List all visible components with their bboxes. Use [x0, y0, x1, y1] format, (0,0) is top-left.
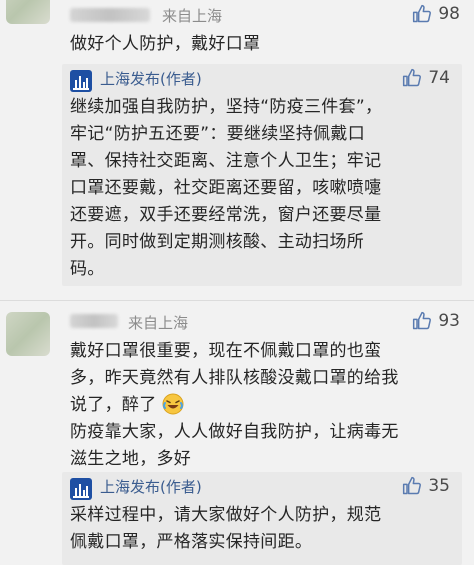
like-count: 93 [438, 311, 460, 331]
reply-line: 采样过程中，请大家做好个人防护，规范 [70, 505, 382, 525]
reply-line: 继续加强自我防护，坚持“防疫三件套”， [70, 97, 383, 117]
divider [0, 300, 474, 301]
like-count: 98 [438, 4, 460, 24]
reply-text: 采样过程中，请大家做好个人防护，规范 佩戴口罩，严格落实保持间距。 [70, 502, 381, 556]
like-button[interactable]: 35 [402, 476, 450, 496]
comment-line: 防疫靠大家，人人做好自我防护，让病毒无 [70, 422, 399, 442]
author-reply: 上海发布(作者) 74 继续加强自我防护，坚持“防疫三件套”， 牢记“防护五还要… [62, 64, 462, 286]
reply-text: 继续加强自我防护，坚持“防疫三件套”， 牢记“防护五还要”：要继续坚持佩戴口 罩… [70, 94, 382, 283]
reply-line: 牢记“防护五还要”：要继续坚持佩戴口 [70, 124, 366, 144]
comment-2: 来自上海 93 戴好口罩很重要，现在不佩戴口罩的也蛮 多，昨天竟然有人排队核酸没… [0, 308, 474, 565]
user-avatar[interactable] [6, 312, 50, 356]
like-button[interactable]: 93 [412, 311, 460, 331]
user-avatar[interactable] [6, 0, 50, 24]
reply-line: 还要遮，双手还要经常洗，窗户还要尽量 [70, 205, 382, 225]
shanghai-fabu-logo-icon[interactable] [70, 70, 92, 92]
author-reply: 上海发布(作者) 35 采样过程中，请大家做好个人防护，规范 佩戴口罩，严格落实… [62, 472, 462, 565]
thumbs-up-icon [413, 4, 432, 23]
reply-line: 口罩还要戴，社交距离还要留，咳嗽喷嚏 [70, 178, 382, 198]
comment-line: 说了，醉了 [70, 395, 157, 415]
comment-1: 来自上海 98 做好个人防护，戴好口罩 上海发布(作者) 74 继续加强自我防护… [0, 0, 474, 300]
thumbs-up-icon [403, 476, 422, 495]
like-count: 74 [428, 68, 450, 88]
comment-location: 来自上海 [128, 314, 189, 332]
comment-line: 滋生之地，多好 [70, 449, 192, 469]
comment-location: 来自上海 [162, 7, 223, 25]
comment-line: 多，昨天竟然有人排队核酸没戴口罩的给我 [70, 368, 399, 388]
comment-line-with-emoji: 说了，醉了 [70, 392, 470, 419]
comment-text: 做好个人防护，戴好口罩 [70, 34, 261, 54]
reply-author[interactable]: 上海发布(作者) [100, 68, 202, 89]
blurred-username[interactable] [70, 8, 150, 22]
reply-line: 佩戴口罩，严格落实保持间距。 [70, 532, 313, 552]
like-button[interactable]: 74 [402, 68, 450, 88]
laughing-crying-emoji-icon [162, 393, 184, 415]
reply-line: 码。 [70, 259, 105, 279]
thumbs-up-icon [403, 68, 422, 87]
blurred-username[interactable] [70, 314, 118, 328]
like-button[interactable]: 98 [412, 4, 460, 24]
comment-line: 戴好口罩很重要，现在不佩戴口罩的也蛮 [70, 341, 382, 361]
like-count: 35 [428, 476, 450, 496]
reply-author[interactable]: 上海发布(作者) [100, 476, 202, 497]
comment-text: 戴好口罩很重要，现在不佩戴口罩的也蛮 多，昨天竟然有人排队核酸没戴口罩的给我 说… [70, 338, 470, 473]
reply-line: 开。同时做到定期测核酸、主动扫场所 [70, 232, 365, 252]
reply-line: 罩、保持社交距离、注意个人卫生；牢记 [70, 151, 382, 171]
thumbs-up-icon [413, 311, 432, 330]
shanghai-fabu-logo-icon[interactable] [70, 478, 92, 500]
